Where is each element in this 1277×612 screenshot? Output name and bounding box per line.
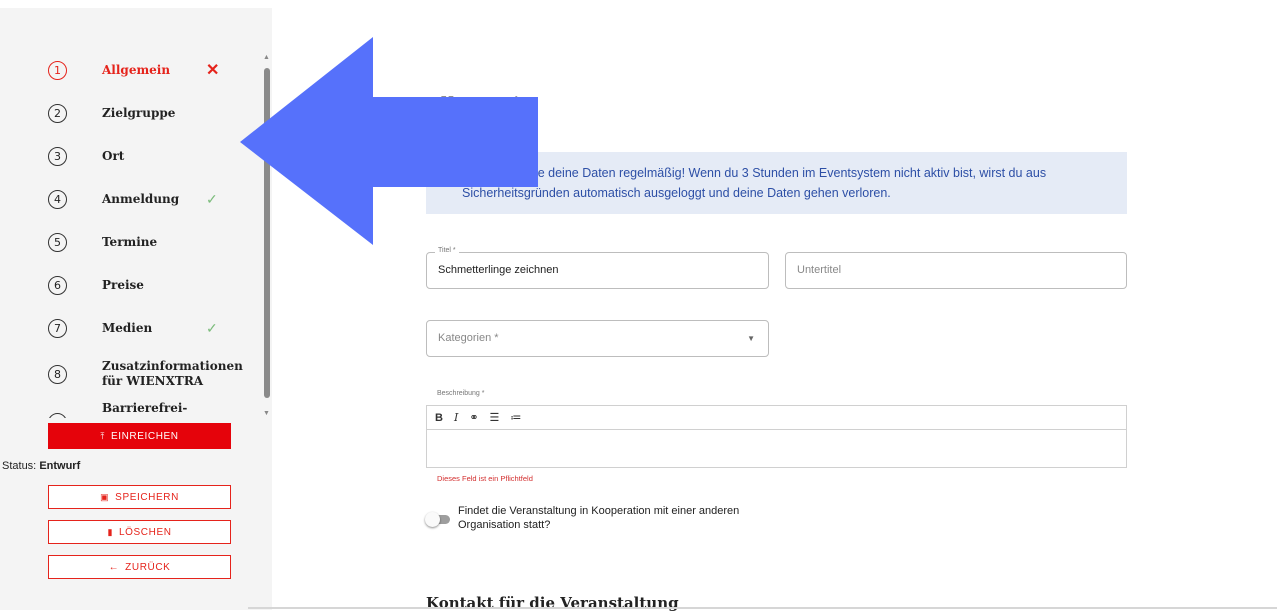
submit-label: EINREICHEN	[110, 430, 179, 442]
arrow-left-icon: ←	[108, 561, 120, 573]
bold-icon[interactable]: B	[435, 412, 443, 424]
save-button[interactable]: ▣ SPEICHERN	[48, 485, 231, 509]
info-text: Bitte speichere deine Daten regelmäßig! …	[462, 166, 1047, 200]
bullet-list-icon[interactable]: ☰	[490, 411, 500, 424]
title-value: Schmetterlinge zeichnen	[438, 264, 559, 276]
contact-heading: Kontakt für die Veranstaltung	[426, 594, 679, 612]
title-label: Titel *	[435, 247, 459, 254]
error-x-icon: ✕	[206, 62, 220, 79]
status-value: Entwurf	[39, 460, 81, 472]
step-zielgruppe[interactable]: 2 Zielgruppe	[48, 95, 238, 131]
step-number: 5	[48, 232, 67, 252]
info-banner: i Bitte speichere deine Daten regelmäßig…	[426, 152, 1127, 214]
toggle-knob[interactable]	[425, 512, 440, 527]
numbered-list-icon[interactable]: ≔	[510, 411, 521, 424]
check-icon: ✓	[206, 414, 218, 419]
main-content: Allgemein i Bitte speichere deine Daten …	[272, 0, 1277, 612]
step-number: 9	[48, 412, 67, 418]
step-number: 2	[48, 103, 67, 123]
subtitle-placeholder: Untertitel	[797, 264, 842, 276]
step-number: 4	[48, 189, 67, 209]
delete-button[interactable]: ▮ LÖSCHEN	[48, 520, 231, 544]
categories-select[interactable]: Kategorien * ▼	[426, 320, 769, 357]
step-termine[interactable]: 5 Termine	[48, 224, 238, 260]
scroll-up-icon[interactable]: ▲	[263, 54, 270, 61]
sidebar: 1 Allgemein ✕ 2 Zielgruppe 3 Ort 4 Anmel…	[0, 8, 272, 610]
description-label: Beschreibung *	[437, 390, 485, 397]
back-label: ZURÜCK	[125, 561, 171, 573]
stepper: 1 Allgemein ✕ 2 Zielgruppe 3 Ort 4 Anmel…	[0, 8, 262, 418]
subtitle-input[interactable]: Untertitel	[785, 252, 1127, 289]
status-line: Status: Entwurf	[2, 460, 80, 472]
cooperation-question: Findet die Veranstaltung in Kooperation …	[458, 505, 740, 531]
step-preise[interactable]: 6 Preise	[48, 267, 238, 303]
divider	[248, 607, 1277, 609]
editor-toolbar: B I ⚭ ☰ ≔	[427, 406, 1126, 430]
upload-icon: ⤒	[100, 430, 105, 441]
step-label: Zielgruppe	[102, 105, 176, 120]
title-input[interactable]: Titel * Schmetterlinge zeichnen	[426, 247, 769, 289]
save-label: SPEICHERN	[115, 491, 179, 503]
step-ort[interactable]: 3 Ort	[48, 138, 238, 174]
link-icon[interactable]: ⚭	[469, 411, 478, 424]
step-label: Termine	[102, 234, 158, 249]
step-label: Zusatzinformationen für WIENXTRA	[102, 359, 243, 388]
save-icon: ▣	[100, 491, 110, 502]
check-icon: ✓	[206, 319, 218, 336]
check-icon: ✓	[206, 190, 218, 207]
step-number: 8	[48, 364, 67, 384]
scrollbar-thumb[interactable]	[264, 68, 270, 398]
submit-button[interactable]: ⤒ EINREICHEN	[48, 423, 231, 449]
info-icon: i	[438, 164, 452, 178]
step-anmeldung[interactable]: 4 Anmeldung ✓	[48, 181, 238, 217]
sidebar-scrollbar[interactable]: ▲ ▼	[262, 54, 272, 424]
trash-icon: ▮	[107, 526, 113, 537]
delete-label: LÖSCHEN	[119, 526, 172, 538]
step-label: Ort	[102, 148, 125, 163]
step-zusatzinformationen[interactable]: 8 Zusatzinformationen für WIENXTRA	[48, 356, 243, 392]
step-number: 7	[48, 318, 67, 338]
step-barrierefreiheit[interactable]: 9 Barrierefrei- ✓	[48, 401, 238, 419]
description-error: Dieses Feld ist ein Pflichtfeld	[437, 474, 533, 483]
step-label: Preise	[102, 277, 144, 292]
step-number: 3	[48, 146, 67, 166]
cooperation-toggle[interactable]	[425, 512, 450, 527]
categories-placeholder: Kategorien *	[438, 332, 499, 344]
page-title: Allgemein	[426, 94, 534, 116]
scroll-down-icon[interactable]: ▼	[263, 410, 270, 417]
step-number: 1	[48, 60, 67, 80]
description-editor[interactable]: B I ⚭ ☰ ≔	[426, 405, 1127, 468]
italic-icon[interactable]: I	[454, 411, 458, 424]
step-medien[interactable]: 7 Medien ✓	[48, 310, 238, 346]
status-prefix: Status:	[2, 460, 37, 472]
chevron-down-icon: ▼	[747, 334, 755, 343]
step-allgemein[interactable]: 1 Allgemein ✕	[48, 52, 238, 88]
step-number: 6	[48, 275, 67, 295]
back-button[interactable]: ← ZURÜCK	[48, 555, 231, 579]
